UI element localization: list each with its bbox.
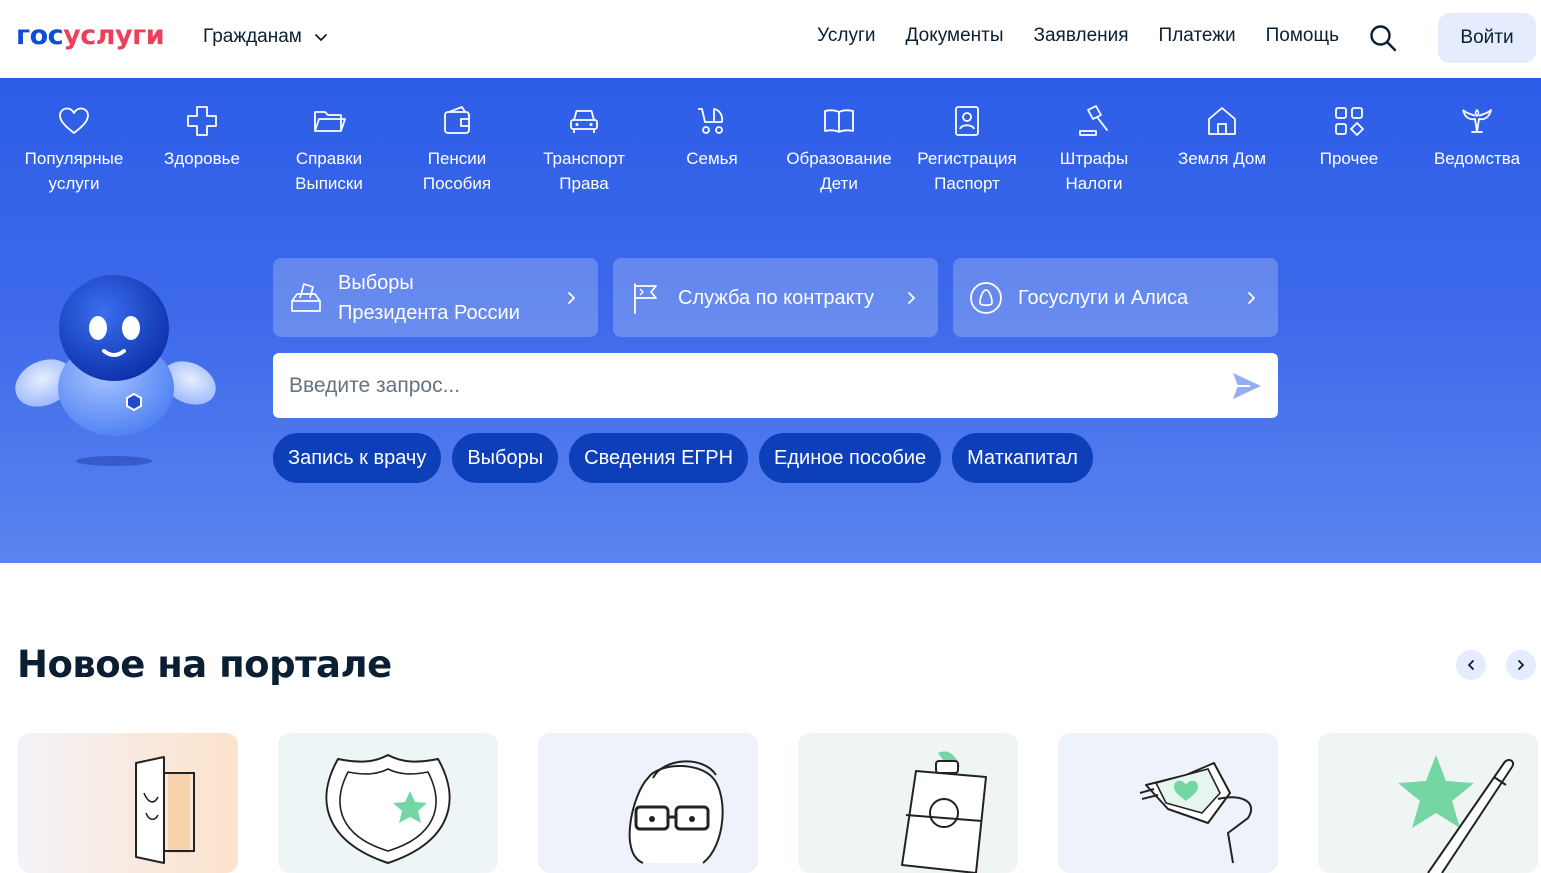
category-label: Образование Дети	[786, 149, 892, 193]
car-icon	[570, 110, 598, 133]
nav-payments[interactable]: Платежи	[1159, 25, 1236, 47]
category-education[interactable]: Образование Дети	[774, 104, 904, 196]
login-button[interactable]: Войти	[1438, 13, 1536, 63]
category-label: Регистрация Паспорт	[917, 149, 1017, 193]
carousel-next-button[interactable]	[1506, 650, 1536, 680]
chip-unified-allowance[interactable]: Единое пособие	[759, 433, 942, 483]
category-health[interactable]: Здоровье	[137, 104, 267, 171]
nav-services[interactable]: Услуги	[817, 25, 875, 47]
news-card[interactable]	[538, 733, 758, 873]
search-icon[interactable]	[1368, 23, 1398, 53]
category-agencies[interactable]: Ведомства	[1412, 104, 1541, 171]
heart-icon	[59, 107, 89, 134]
category-other[interactable]: Прочее	[1284, 104, 1414, 171]
gosuslugi-logo[interactable]: госуслуги	[16, 20, 165, 51]
promo-presidential-elections[interactable]: Выборы Президента России	[273, 258, 598, 337]
person-glasses-illustration	[538, 733, 758, 873]
chip-maternity-capital[interactable]: Маткапитал	[952, 433, 1093, 483]
flag-icon	[634, 282, 657, 314]
category-fines[interactable]: Штрафы Налоги	[1029, 104, 1159, 196]
quick-links: Запись к врачу Выборы Сведения ЕГРН Един…	[273, 433, 1093, 483]
robot-mascot-illustration	[15, 275, 216, 466]
nav-help[interactable]: Помощь	[1266, 25, 1339, 47]
chevron-left-icon	[1468, 660, 1474, 670]
category-certificates[interactable]: Справки Выписки	[264, 104, 394, 196]
eagle-icon	[1462, 108, 1492, 133]
nav-applications[interactable]: Заявления	[1034, 25, 1129, 47]
folder-icon	[314, 111, 346, 132]
section-title: Новое на портале	[17, 643, 392, 686]
hero-banner: Популярные услуги Здоровье Справки Выпис…	[0, 78, 1541, 563]
chip-egrn-info[interactable]: Сведения ЕГРН	[569, 433, 749, 483]
smartwatch-illustration	[1058, 733, 1278, 873]
promo-label: Госуслуги и Алиса	[1018, 286, 1189, 309]
category-registration[interactable]: Регистрация Паспорт	[902, 104, 1032, 196]
wallet-icon	[444, 106, 470, 134]
category-label: Земля Дом	[1177, 149, 1267, 168]
promo-label: Служба по контракту	[678, 286, 875, 309]
grid-icon	[1335, 107, 1364, 136]
promo-label: Выборы Президента России	[338, 271, 520, 324]
stroller-icon	[698, 108, 724, 134]
audience-selector[interactable]: Гражданам	[203, 26, 328, 48]
site-header: госуслуги Гражданам Услуги Документы Зая…	[0, 0, 1541, 78]
chevron-right-icon	[568, 291, 575, 304]
promo-contract-service[interactable]: Служба по контракту	[613, 258, 938, 337]
category-family[interactable]: Семья	[647, 104, 777, 171]
news-card[interactable]	[18, 733, 238, 873]
category-label: Пенсии Пособия	[422, 149, 492, 193]
category-popular[interactable]: Популярные услуги	[9, 104, 139, 196]
category-label: Справки Выписки	[295, 149, 363, 193]
news-card[interactable]	[1058, 733, 1278, 873]
chevron-down-icon	[314, 34, 327, 41]
alice-icon	[970, 281, 1002, 314]
category-pensions[interactable]: Пенсии Пособия	[392, 104, 522, 196]
search-input[interactable]	[289, 373, 1189, 398]
audience-label: Гражданам	[203, 26, 302, 47]
chip-doctor-appointment[interactable]: Запись к врачу	[273, 433, 442, 483]
news-card[interactable]	[1318, 733, 1538, 873]
chevron-right-icon	[1248, 291, 1255, 304]
ballot-icon	[291, 282, 321, 312]
category-label: Здоровье	[164, 149, 240, 168]
chevron-right-icon	[1518, 660, 1524, 670]
category-label: Ведомства	[1433, 149, 1521, 168]
category-label: Популярные услуги	[24, 149, 124, 193]
search-bar	[273, 353, 1278, 418]
top-navigation: Услуги Документы Заявления Платежи Помощ…	[817, 25, 1339, 47]
category-transport[interactable]: Транспорт Права	[519, 104, 649, 196]
category-label: Штрафы Налоги	[1059, 149, 1129, 193]
news-card[interactable]	[798, 733, 1018, 873]
badge-illustration	[798, 733, 1018, 873]
passport-illustration	[18, 733, 238, 873]
house-icon	[1208, 107, 1236, 135]
chevron-right-icon	[908, 291, 915, 304]
category-label: Прочее	[1319, 149, 1379, 168]
id-card-icon	[955, 106, 979, 136]
send-icon[interactable]	[1230, 369, 1264, 403]
carousel-prev-button[interactable]	[1456, 650, 1486, 680]
nav-documents[interactable]: Документы	[906, 25, 1004, 47]
book-icon	[824, 109, 854, 133]
gavel-icon	[1079, 105, 1108, 136]
news-card[interactable]	[278, 733, 498, 873]
star-pen-illustration	[1318, 733, 1538, 873]
category-label: Транспорт Права	[543, 149, 625, 193]
promo-alice[interactable]: Госуслуги и Алиса	[953, 258, 1278, 337]
medical-cross-icon	[187, 106, 217, 136]
category-land-house[interactable]: Земля Дом	[1157, 104, 1287, 171]
shield-star-illustration	[278, 733, 498, 873]
category-label: Семья	[686, 149, 738, 168]
chip-elections[interactable]: Выборы	[452, 433, 559, 483]
